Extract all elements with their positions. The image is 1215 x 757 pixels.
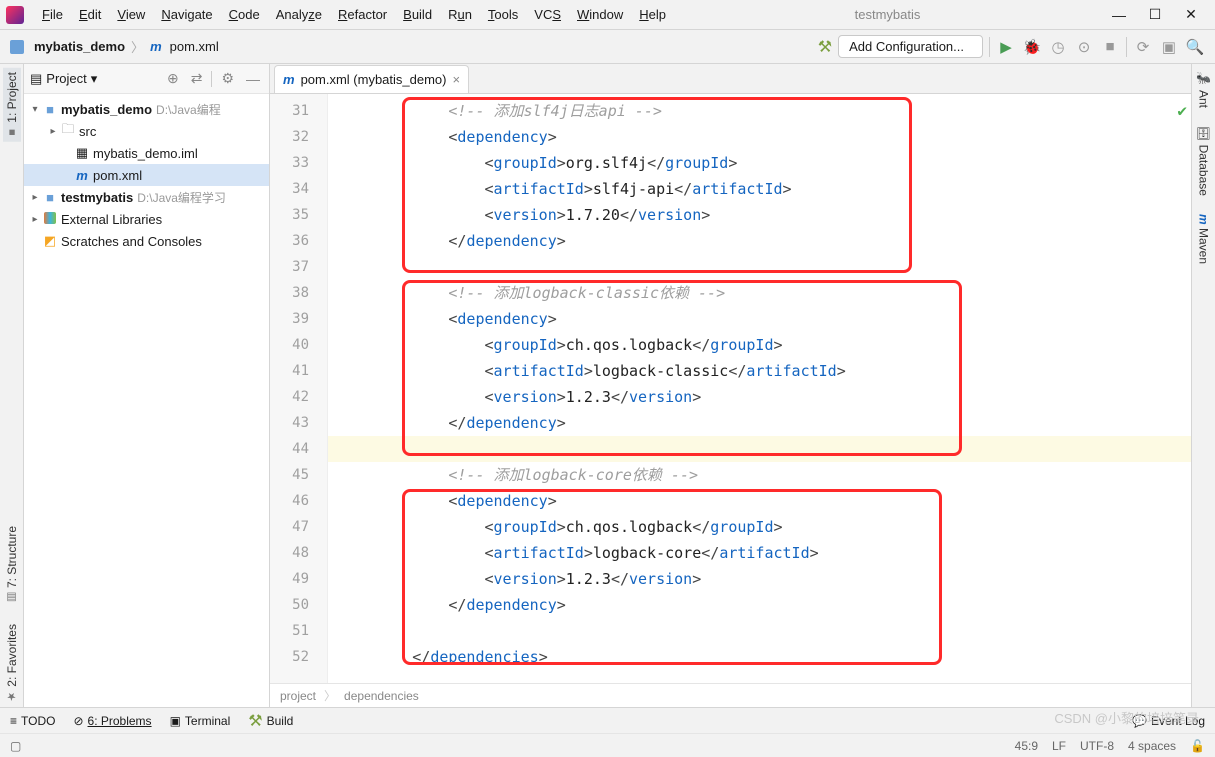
crumb-project[interactable]: project bbox=[280, 689, 316, 703]
chevron-right-icon: 〉 bbox=[131, 37, 144, 56]
code-content[interactable]: ✔ <!-- 添加slf4j日志api --> <dependency> <gr… bbox=[328, 94, 1191, 683]
tree-root[interactable]: ▾■mybatis_demoD:\Java编程 bbox=[24, 98, 269, 120]
project-view-selector[interactable]: ▤ Project ▾ bbox=[30, 71, 97, 87]
editor-tab-pom[interactable]: m pom.xml (mybatis_demo) × bbox=[274, 65, 469, 93]
tree-ext-libs[interactable]: ▸External Libraries bbox=[24, 208, 269, 230]
tab-maven[interactable]: m Maven bbox=[1195, 210, 1213, 268]
search-everywhere-icon[interactable]: 🔍 bbox=[1185, 38, 1205, 56]
menu-build[interactable]: Build bbox=[395, 5, 440, 24]
tree-pom[interactable]: mpom.xml bbox=[24, 164, 269, 186]
tab-database[interactable]: 🗄 Database bbox=[1195, 122, 1213, 200]
watermark-text: CSDN @小黎的培培笔录 bbox=[1054, 708, 1199, 727]
menu-file[interactable]: File bbox=[34, 5, 71, 24]
menu-code[interactable]: Code bbox=[221, 5, 268, 24]
close-tab-icon[interactable]: × bbox=[453, 72, 461, 87]
titlebar: File Edit View Navigate Code Analyze Ref… bbox=[0, 0, 1215, 30]
chevron-right-icon: 〉 bbox=[324, 687, 336, 704]
update-button[interactable]: ⟳ bbox=[1133, 38, 1153, 56]
bottom-build[interactable]: ⚒ Build bbox=[248, 711, 293, 731]
stop-button[interactable]: ■ bbox=[1100, 38, 1120, 55]
right-tool-rail: 🐜 Ant 🗄 Database m Maven bbox=[1191, 64, 1215, 707]
menu-help[interactable]: Help bbox=[631, 5, 674, 24]
left-tool-rail: ■ 1: Project ▤ 7: Structure ★ 2: Favorit… bbox=[0, 64, 24, 707]
run-config-select[interactable]: Add Configuration... bbox=[838, 35, 983, 58]
menu-run[interactable]: Run bbox=[440, 5, 480, 24]
readonly-lock-icon[interactable]: 🔓 bbox=[1190, 739, 1205, 753]
breadcrumb-file[interactable]: pom.xml bbox=[170, 39, 219, 54]
line-gutter[interactable]: 3132333435363738394041424344454647484950… bbox=[270, 94, 328, 683]
status-menu-icon[interactable]: ▢ bbox=[10, 739, 21, 753]
settings-icon[interactable]: ⚙ bbox=[218, 70, 237, 87]
sidebar-header: ▤ Project ▾ ⊕ ⇄ ⚙ — bbox=[24, 64, 269, 94]
hide-icon[interactable]: — bbox=[243, 71, 263, 87]
status-bar: ▢ 45:9 LF UTF-8 4 spaces 🔓 bbox=[0, 733, 1215, 757]
inspection-ok-icon[interactable]: ✔ bbox=[1177, 98, 1187, 124]
tab-structure[interactable]: ▤ 7: Structure bbox=[3, 522, 21, 608]
menu-edit[interactable]: Edit bbox=[71, 5, 109, 24]
tab-project[interactable]: ■ 1: Project bbox=[3, 68, 21, 142]
menu-refactor[interactable]: Refactor bbox=[330, 5, 395, 24]
tab-favorites[interactable]: ★ 2: Favorites bbox=[3, 620, 21, 707]
bottom-problems[interactable]: ⊘ 6: Problems bbox=[73, 714, 151, 728]
breadcrumb[interactable]: mybatis_demo 〉 m pom.xml bbox=[10, 37, 219, 56]
menu-navigate[interactable]: Navigate bbox=[153, 5, 220, 24]
editor-tabbar: m pom.xml (mybatis_demo) × bbox=[270, 64, 1191, 94]
module-icon bbox=[10, 40, 24, 54]
expand-icon[interactable]: ⇄ bbox=[188, 70, 206, 87]
minimize-button[interactable]: — bbox=[1101, 3, 1137, 27]
maven-file-icon: m bbox=[283, 72, 295, 87]
menu-tools[interactable]: Tools bbox=[480, 5, 526, 24]
status-line-ending[interactable]: LF bbox=[1052, 739, 1066, 753]
maven-file-icon: m bbox=[150, 39, 162, 54]
tab-ant[interactable]: 🐜 Ant bbox=[1195, 68, 1213, 112]
profile-button[interactable]: ⊙ bbox=[1074, 38, 1094, 56]
tree-scratches[interactable]: ◩Scratches and Consoles bbox=[24, 230, 269, 252]
menu-view[interactable]: View bbox=[109, 5, 153, 24]
menu-window[interactable]: Window bbox=[569, 5, 631, 24]
crumb-dependencies[interactable]: dependencies bbox=[344, 689, 419, 703]
build-icon[interactable]: ⚒ bbox=[818, 37, 832, 57]
tree-other-project[interactable]: ▸■testmybatisD:\Java编程学习 bbox=[24, 186, 269, 208]
project-sidebar: ▤ Project ▾ ⊕ ⇄ ⚙ — ▾■mybatis_demoD:\Jav… bbox=[24, 64, 270, 707]
tab-label: pom.xml (mybatis_demo) bbox=[301, 72, 447, 87]
breadcrumb-project[interactable]: mybatis_demo bbox=[34, 39, 125, 54]
window-title: testmybatis bbox=[674, 7, 1101, 22]
maximize-button[interactable]: ☐ bbox=[1137, 2, 1173, 27]
tree-src[interactable]: ▸🗀src bbox=[24, 120, 269, 142]
editor-area: m pom.xml (mybatis_demo) × 3132333435363… bbox=[270, 64, 1191, 707]
bottom-todo[interactable]: ≡ TODO bbox=[10, 714, 55, 728]
close-window-button[interactable]: ✕ bbox=[1173, 2, 1209, 27]
status-cursor-pos[interactable]: 45:9 bbox=[1015, 739, 1038, 753]
navigation-toolbar: mybatis_demo 〉 m pom.xml ⚒ Add Configura… bbox=[0, 30, 1215, 64]
status-encoding[interactable]: UTF-8 bbox=[1080, 739, 1114, 753]
tree-iml[interactable]: ▦mybatis_demo.iml bbox=[24, 142, 269, 164]
editor-breadcrumbs[interactable]: project 〉 dependencies bbox=[270, 683, 1191, 707]
status-indent[interactable]: 4 spaces bbox=[1128, 739, 1176, 753]
coverage-button[interactable]: ◷ bbox=[1048, 38, 1068, 56]
run-button[interactable]: ▶ bbox=[996, 38, 1016, 56]
debug-button[interactable]: 🐞 bbox=[1022, 38, 1042, 56]
menu-vcs[interactable]: VCS bbox=[526, 5, 569, 24]
menu-analyze[interactable]: Analyze bbox=[268, 5, 330, 24]
locate-icon[interactable]: ⊕ bbox=[164, 70, 182, 87]
bottom-tool-bar: ≡ TODO ⊘ 6: Problems ▣ Terminal ⚒ Build … bbox=[0, 707, 1215, 733]
main-area: ■ 1: Project ▤ 7: Structure ★ 2: Favorit… bbox=[0, 64, 1215, 707]
bottom-terminal[interactable]: ▣ Terminal bbox=[170, 714, 231, 728]
project-tree[interactable]: ▾■mybatis_demoD:\Java编程 ▸🗀src ▦mybatis_d… bbox=[24, 94, 269, 256]
editor-body[interactable]: 3132333435363738394041424344454647484950… bbox=[270, 94, 1191, 683]
app-logo bbox=[6, 6, 24, 24]
toggle-tool-icon[interactable]: ▣ bbox=[1159, 38, 1179, 56]
